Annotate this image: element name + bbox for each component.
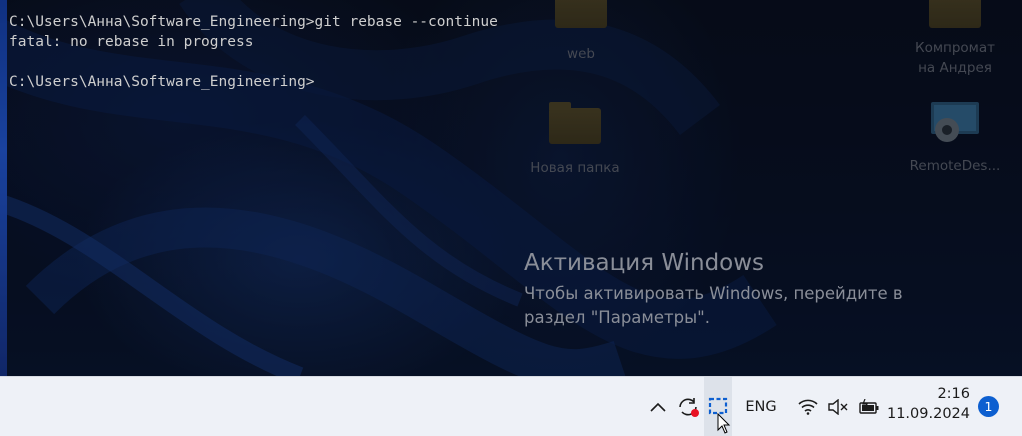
show-hidden-icons-button[interactable] [646, 377, 670, 436]
terminal-prompt: C:\Users\Анна\Software_Engineering> [9, 74, 315, 90]
taskbar: ENG [0, 376, 1022, 436]
mouse-cursor-icon [717, 413, 731, 434]
battery-button[interactable] [856, 377, 882, 436]
language-indicator[interactable]: ENG [740, 377, 782, 436]
activation-watermark-title: Активация Windows [524, 250, 765, 276]
clock-time[interactable]: 2:16 [900, 386, 970, 402]
notification-badge[interactable]: 1 [978, 396, 999, 417]
volume-button[interactable] [826, 377, 850, 436]
clock-date[interactable]: 11.09.2024 [884, 406, 970, 422]
recording-dot-icon [691, 408, 699, 417]
terminal-line: C:\Users\Анна\Software_Engineering>git r… [9, 14, 498, 30]
sync-tray-button[interactable] [674, 377, 702, 436]
desktop: web Новая папка Компромат на Андрея Remo… [0, 0, 1022, 376]
terminal-line: fatal: no rebase in progress [9, 34, 254, 50]
sync-icon [679, 397, 699, 417]
chevron-up-icon [650, 402, 666, 412]
network-button[interactable] [796, 377, 820, 436]
battery-icon [859, 398, 879, 414]
activation-watermark-text: Чтобы активировать Windows, перейдите в … [524, 284, 903, 327]
wifi-icon [798, 399, 818, 415]
volume-muted-icon [828, 398, 848, 415]
